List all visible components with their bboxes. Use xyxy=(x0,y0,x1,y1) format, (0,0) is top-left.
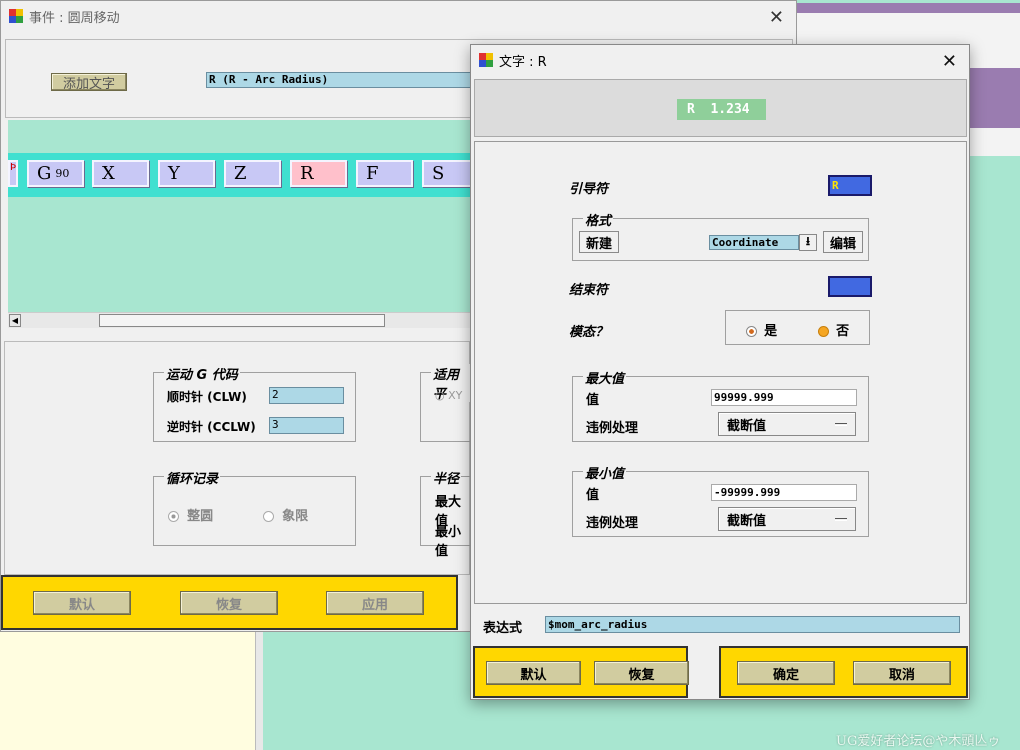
default-button[interactable]: 默认 xyxy=(486,661,581,685)
word-box-z[interactable]: Z xyxy=(224,160,281,187)
params-area: 运动 G 代码 顺时针 (CLW) 2 逆时针 (CCLW) 3 适用平 ○ X… xyxy=(4,341,471,575)
dialog-title: 文字 : R xyxy=(499,54,547,70)
leader-input[interactable]: R xyxy=(828,175,872,196)
modal-label: 模态？ xyxy=(569,325,609,340)
full-circle-label: 整圆 xyxy=(187,509,214,524)
word-box-y[interactable]: Y xyxy=(158,160,215,187)
close-icon[interactable]: ✕ xyxy=(769,7,784,28)
max-violation-value: 截断值 xyxy=(727,418,767,434)
desktop-light-panel xyxy=(968,128,1020,156)
max-violation-label: 违例处理 xyxy=(586,421,639,436)
watermark: UG爱好者论坛@や木頭亾ゥ xyxy=(836,734,1001,749)
expression-label: 表达式 xyxy=(483,621,523,636)
motion-group-title: 运动 G 代码 xyxy=(164,364,240,383)
ccw-label: 逆时针 (CCLW) xyxy=(167,420,256,434)
desktop-purple-band xyxy=(968,68,1020,128)
word-box-superscript: 90 xyxy=(55,167,70,180)
modal-yes-radio[interactable]: 是 xyxy=(746,320,777,339)
preview-panel: R 1.234 xyxy=(474,79,967,137)
max-value-input[interactable]: 99999.999 xyxy=(711,389,857,406)
event-footer: 默认 恢复 应用 xyxy=(1,575,458,630)
format-dropdown-icon[interactable]: ⭳ xyxy=(799,234,817,251)
add-text-button[interactable]: 添加文字 xyxy=(51,73,127,92)
word-box-partial[interactable]: Þ xyxy=(8,160,18,187)
quadrant-label: 象限 xyxy=(282,509,309,524)
loop-record-group: 循环记录 整圆 象限 xyxy=(153,468,356,546)
modal-radio-group: 是 否 xyxy=(725,310,870,345)
min-violation-select[interactable]: 截断值 xyxy=(718,507,856,531)
max-violation-select[interactable]: 截断值 xyxy=(718,412,856,436)
desktop-divider xyxy=(255,632,263,750)
word-box-x[interactable]: X xyxy=(92,160,149,187)
ccw-input[interactable]: 3 xyxy=(269,417,344,434)
scroll-left-icon[interactable]: ◀ xyxy=(9,314,21,327)
plane-group: 适用平 ○ XY xyxy=(420,364,471,442)
desktop-purple-strip xyxy=(797,3,1020,13)
word-name-field[interactable]: R (R - Arc Radius) xyxy=(206,72,476,88)
min-value-input[interactable]: -99999.999 xyxy=(711,484,857,501)
cancel-button[interactable]: 取消 xyxy=(853,661,951,685)
leader-label: 引导符 xyxy=(569,182,609,197)
word-box-r-selected[interactable]: R xyxy=(290,160,347,187)
word-box-s[interactable]: S xyxy=(422,160,473,187)
min-violation-label: 违例处理 xyxy=(586,516,639,531)
min-value-label: 值 xyxy=(586,488,600,503)
app-icon xyxy=(9,9,23,23)
apply-button[interactable]: 应用 xyxy=(326,591,424,615)
modal-no-radio[interactable]: 否 xyxy=(818,320,849,339)
event-window-titlebar[interactable]: 事件 : 圆周移动 xyxy=(1,1,796,31)
max-value-group: 最大值 值 99999.999 违例处理 截断值 xyxy=(572,368,869,442)
new-format-button[interactable]: 新建 xyxy=(579,231,619,253)
restore-button[interactable]: 恢复 xyxy=(594,661,689,685)
max-value-label: 值 xyxy=(586,393,600,408)
radius-group: 半径 最大值 最小值 xyxy=(420,468,471,559)
max-group-title: 最大值 xyxy=(583,368,627,387)
motion-gcode-group: 运动 G 代码 顺时针 (CLW) 2 逆时针 (CCLW) 3 xyxy=(153,364,356,442)
min-value-group: 最小值 值 -99999.999 违例处理 截断值 xyxy=(572,463,869,537)
dialog-body: 引导符 R 格式 新建 Coordinate ⭳ 编辑 结束符 模态？ 是 否 … xyxy=(474,141,967,604)
expression-input[interactable]: $mom_arc_radius xyxy=(545,616,960,633)
word-box-label: G xyxy=(37,163,52,184)
trailer-label: 结束符 xyxy=(569,283,609,298)
min-group-title: 最小值 xyxy=(583,463,627,482)
option-menu-icon xyxy=(835,518,847,521)
radius-min-label: 最小值 xyxy=(435,525,462,559)
plane-xy-label: XY xyxy=(448,389,463,402)
quadrant-radio[interactable]: 象限 xyxy=(263,505,308,524)
preview-text: R 1.234 xyxy=(677,99,766,120)
cw-input[interactable]: 2 xyxy=(269,387,344,404)
cw-label: 顺时针 (CLW) xyxy=(167,390,247,404)
option-menu-icon xyxy=(835,423,847,426)
modal-yes-label: 是 xyxy=(764,324,778,339)
scroll-thumb[interactable] xyxy=(99,314,385,327)
word-box-f[interactable]: F xyxy=(356,160,413,187)
event-window-title: 事件 : 圆周移动 xyxy=(29,10,120,26)
format-group: 格式 新建 Coordinate ⭳ 编辑 xyxy=(572,210,869,261)
format-group-title: 格式 xyxy=(583,210,614,229)
word-canvas: Þ G 90 X Y Z R F S ◀ xyxy=(8,120,473,328)
full-circle-radio[interactable]: 整圆 xyxy=(168,505,213,524)
close-icon[interactable]: ✕ xyxy=(942,51,957,72)
app-icon xyxy=(479,53,493,67)
horizontal-scrollbar[interactable]: ◀ xyxy=(8,312,473,328)
dialog-footer-right: 确定 取消 xyxy=(719,646,968,698)
trailer-input[interactable] xyxy=(828,276,872,297)
radius-group-title: 半径 xyxy=(431,468,462,487)
edit-format-button[interactable]: 编辑 xyxy=(823,231,863,253)
ok-button[interactable]: 确定 xyxy=(737,661,835,685)
format-select[interactable]: Coordinate xyxy=(709,235,799,250)
desktop-cream-panel xyxy=(0,632,255,750)
word-dialog: 文字 : R ✕ R 1.234 引导符 R 格式 新建 Coordinate … xyxy=(470,44,970,700)
dialog-footer-left: 默认 恢复 xyxy=(473,646,689,698)
loop-group-title: 循环记录 xyxy=(164,468,221,487)
word-box-g[interactable]: G 90 xyxy=(27,160,84,187)
min-violation-value: 截断值 xyxy=(727,513,767,529)
modal-no-label: 否 xyxy=(836,324,850,339)
restore-button[interactable]: 恢复 xyxy=(180,591,278,615)
dialog-titlebar[interactable]: 文字 : R xyxy=(471,45,969,75)
plane-xy-radio[interactable]: ○ XY xyxy=(435,389,462,402)
default-button[interactable]: 默认 xyxy=(33,591,131,615)
